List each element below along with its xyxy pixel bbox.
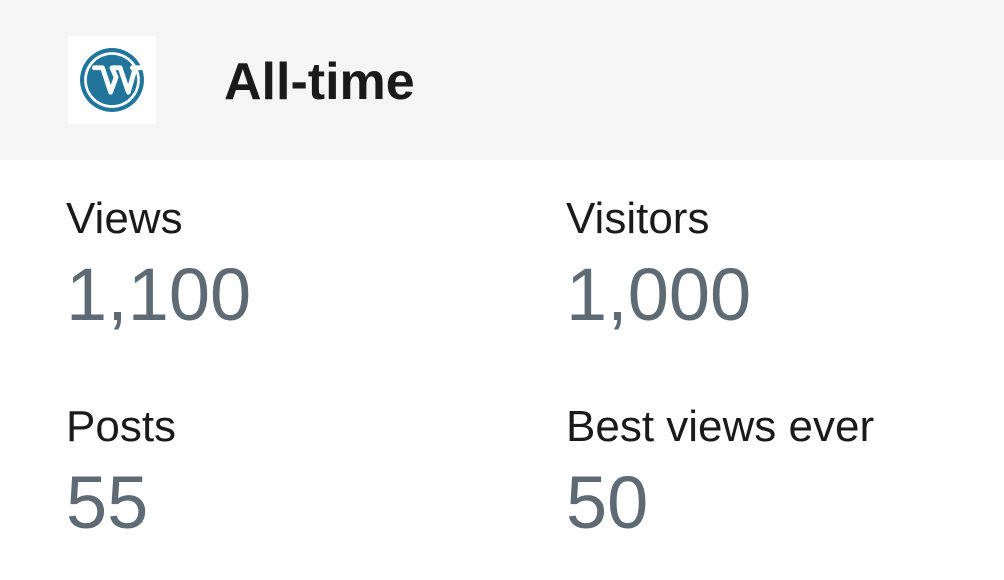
stat-value-posts: 55 (66, 461, 149, 544)
stat-value-best-views: 50 (566, 461, 649, 544)
stat-views: Views 1,100 (66, 193, 486, 335)
all-time-stats-widget: All-time Views 1,100 Visitors 1,000 Post… (0, 0, 1004, 580)
stat-label-posts: Posts (66, 402, 177, 451)
stat-label-best-views: Best views ever (566, 402, 875, 451)
site-logo (68, 36, 156, 124)
stat-value-visitors: 1,000 (566, 253, 752, 336)
widget-title: All-time (224, 53, 415, 111)
stat-posts: Posts 55 (66, 401, 486, 543)
widget-header[interactable]: All-time (0, 0, 1004, 160)
stat-label-visitors: Visitors (566, 194, 710, 243)
stat-visitors: Visitors 1,000 (566, 193, 986, 335)
stat-value-views: 1,100 (66, 253, 252, 336)
stat-label-views: Views (66, 194, 183, 243)
wordpress-logo-icon (80, 48, 144, 112)
stat-best-views: Best views ever 50 (566, 401, 986, 543)
